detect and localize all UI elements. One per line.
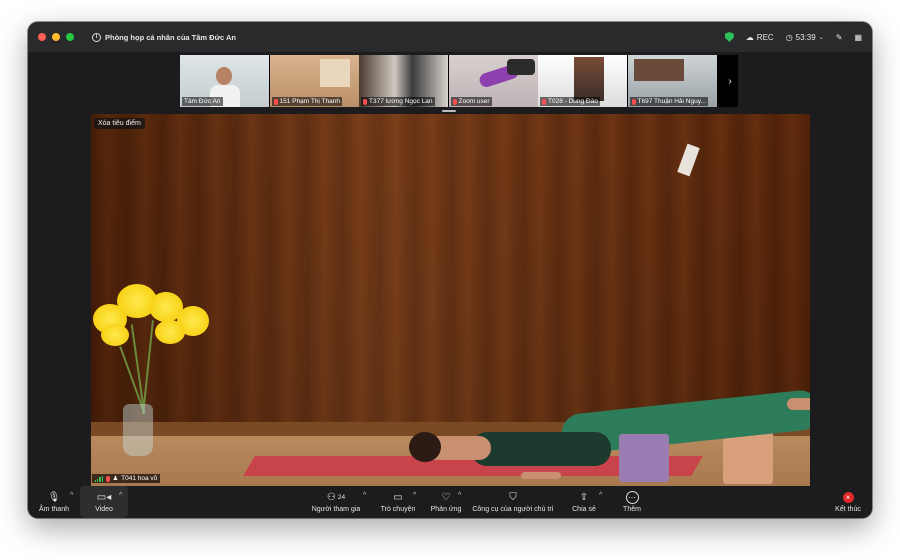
- timer-text: 53:39: [795, 32, 816, 42]
- recording-indicator[interactable]: ☁ REC: [746, 33, 774, 42]
- zoom-window-button[interactable]: [66, 33, 74, 41]
- participant-name: 151 Phạm Thị Thanh: [279, 98, 340, 105]
- chat-label: Trò chuyện: [380, 506, 416, 513]
- pen-icon: ✎: [835, 32, 843, 42]
- shield-icon: ⛉: [509, 492, 517, 503]
- participants-count: 24: [337, 494, 346, 501]
- chat-button[interactable]: ▭ Trò chuyện: [376, 486, 420, 518]
- chat-bubble-icon: ▭: [393, 492, 403, 503]
- participants-options-caret[interactable]: ^: [363, 492, 366, 499]
- info-icon[interactable]: i: [92, 32, 101, 42]
- more-button[interactable]: ⋯ Thêm: [616, 486, 648, 518]
- video-options-caret[interactable]: ^: [119, 492, 122, 499]
- close-window-button[interactable]: [38, 33, 46, 41]
- mic-muted-icon: [363, 98, 367, 105]
- clear-focus-button[interactable]: Xóa tiêu điểm: [94, 118, 145, 129]
- strip-drag-handle[interactable]: [442, 110, 456, 112]
- grid-view-icon: ▦: [854, 32, 862, 42]
- minimize-window-button[interactable]: [52, 33, 60, 41]
- microphone-icon: 🎙︎: [47, 492, 61, 503]
- participants-label: Người tham gia: [311, 506, 361, 513]
- rec-label: REC: [756, 32, 774, 42]
- end-call-icon: ×: [842, 492, 854, 503]
- title-bar: i Phòng họp cá nhân của Tâm Đức An ☁ REC…: [28, 22, 872, 52]
- annotate-button[interactable]: ✎: [836, 33, 843, 42]
- flower-vase-image: [91, 284, 221, 414]
- participant-name: T377 lương Ngọc Lan: [369, 98, 433, 105]
- share-options-caret[interactable]: ^: [599, 492, 602, 499]
- participant-name: Zoom user: [458, 98, 490, 105]
- participant-tile[interactable]: Zoom user: [448, 55, 538, 107]
- mic-muted-icon: [105, 475, 110, 482]
- participant-tile[interactable]: Tâm Đức An: [180, 55, 269, 107]
- share-label: Chia sẻ: [572, 506, 596, 513]
- reactions-button[interactable]: ♡ Phản ứng: [426, 486, 466, 518]
- participant-tile[interactable]: T028 - Dung Đào: [538, 55, 627, 107]
- audio-button[interactable]: 🎙︎ Âm thanh: [36, 486, 72, 518]
- meeting-title: Phòng họp cá nhân của Tâm Đức An: [105, 32, 236, 42]
- mic-muted-icon: [273, 98, 278, 105]
- participants-button[interactable]: ⚇ 24 Người tham gia: [310, 486, 362, 518]
- mic-muted-icon: [631, 98, 636, 105]
- heart-icon: ♡: [441, 492, 451, 503]
- meeting-info[interactable]: i Phòng họp cá nhân của Tâm Đức An: [92, 32, 236, 42]
- view-button[interactable]: ▦: [854, 33, 862, 42]
- meeting-toolbar: 🎙︎ Âm thanh ^ ▭◂ Video ^ ⚇ 24 Người tham …: [28, 486, 872, 518]
- chevron-right-icon[interactable]: ›: [722, 55, 738, 107]
- participants-icon: ⚇: [326, 492, 336, 503]
- window-controls: [38, 33, 74, 41]
- more-label: Thêm: [623, 506, 641, 513]
- end-meeting-button[interactable]: × Kết thúc: [828, 486, 868, 518]
- speaker-name-badge: ♟ T041 hoa võ: [92, 474, 161, 483]
- audio-options-caret[interactable]: ^: [70, 492, 73, 499]
- reactions-label: Phản ứng: [430, 506, 462, 513]
- mic-muted-icon: [452, 98, 457, 105]
- meeting-timer[interactable]: ◷ 53:39 ⌄: [786, 33, 824, 42]
- mic-muted-icon: [542, 98, 546, 105]
- signal-bars-icon: [95, 475, 103, 482]
- pin-icon: ♟: [112, 476, 119, 482]
- speaker-name: T041 hoa võ: [121, 475, 158, 482]
- participant-tile[interactable]: T377 lương Ngọc Lan: [359, 55, 448, 107]
- clock-icon: ◷: [785, 32, 793, 42]
- zoom-window: i Phòng họp cá nhân của Tâm Đức An ☁ REC…: [28, 22, 872, 518]
- video-label: Video: [95, 506, 113, 513]
- chevron-down-icon: ⌄: [818, 34, 824, 41]
- host-tools-button[interactable]: ⛉ Công cụ của người chủ trì: [470, 486, 556, 518]
- yoga-block-image: [619, 434, 669, 482]
- participant-name: Tâm Đức An: [184, 98, 221, 105]
- participant-name: T697 Thuận Hải Nguy...: [637, 98, 706, 105]
- end-label: Kết thúc: [835, 506, 861, 513]
- participant-strip: Tâm Đức An 151 Phạm Thị Thanh T377 lương…: [180, 55, 738, 107]
- video-camera-icon: ▭◂: [96, 492, 112, 503]
- reactions-options-caret[interactable]: ^: [458, 492, 461, 499]
- participant-name: T028 - Dung Đào: [548, 98, 598, 105]
- host-tools-label: Công cụ của người chủ trì: [472, 506, 554, 513]
- participant-tile[interactable]: 151 Phạm Thị Thanh: [269, 55, 359, 107]
- more-icon: ⋯: [625, 491, 639, 504]
- share-button[interactable]: ⇪ Chia sẻ: [566, 486, 602, 518]
- audio-label: Âm thanh: [39, 506, 69, 513]
- share-screen-icon: ⇪: [579, 492, 589, 503]
- participant-tile[interactable]: T697 Thuận Hải Nguy...: [627, 55, 717, 107]
- video-button[interactable]: ▭◂ Video: [80, 486, 128, 518]
- main-video[interactable]: [91, 114, 810, 486]
- title-bar-right: ☁ REC ◷ 53:39 ⌄ ✎ ▦: [724, 22, 862, 52]
- chat-options-caret[interactable]: ^: [413, 492, 416, 499]
- cloud-icon: ☁: [745, 32, 754, 42]
- encryption-indicator[interactable]: [724, 32, 734, 42]
- shield-icon: [724, 32, 734, 42]
